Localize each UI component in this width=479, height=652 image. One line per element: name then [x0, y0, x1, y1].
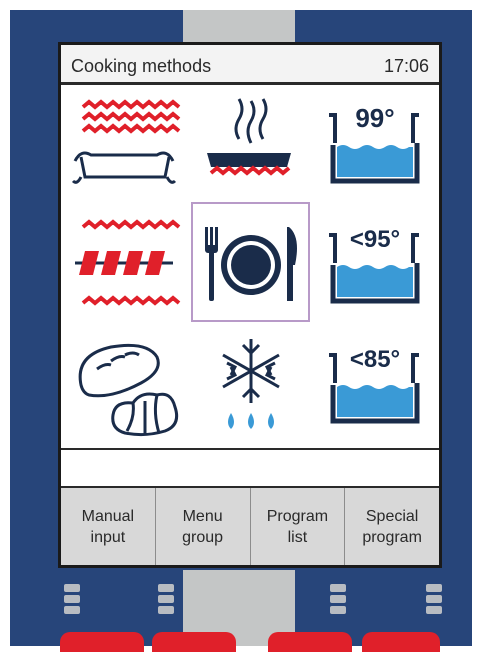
method-bake[interactable] — [61, 325, 187, 445]
boil-temp: 99° — [355, 103, 394, 133]
method-boil[interactable]: 99° — [313, 85, 439, 205]
hardware-button-1[interactable] — [60, 632, 144, 652]
method-finishing[interactable] — [187, 202, 313, 325]
water-bath-icon: <85° — [329, 346, 420, 424]
low-temp-temp: <85° — [350, 346, 400, 373]
method-defrost[interactable] — [187, 325, 313, 445]
pan-fry-icon — [207, 98, 291, 176]
softkey-program-list[interactable]: Program list — [251, 488, 346, 565]
title-bar: Cooking methods 17:06 — [61, 45, 439, 85]
snowflake-drops-icon — [222, 339, 280, 429]
water-bath-icon: 99° — [329, 103, 420, 184]
top-slot — [183, 10, 295, 42]
softkey-menu-group[interactable]: Menu group — [156, 488, 251, 565]
screen-title: Cooking methods — [71, 56, 212, 76]
hardware-button-2[interactable] — [152, 632, 236, 652]
method-grill[interactable] — [61, 85, 187, 205]
method-poach[interactable]: <95° — [313, 205, 439, 325]
softkey-bar: Manual input Menu group Program list Spe… — [61, 486, 439, 565]
indicator-led-2 — [158, 584, 174, 617]
cooking-methods-grid: 99° <95° <85° — [61, 85, 439, 445]
hardware-button-3[interactable] — [268, 632, 352, 652]
method-skewer[interactable] — [61, 205, 187, 325]
softkey-special-program[interactable]: Special program — [345, 488, 439, 565]
display-screen: Cooking methods 17:06 99° <95° <85° Manu… — [58, 42, 442, 568]
method-pan-fry[interactable] — [187, 85, 313, 205]
water-bath-icon: <95° — [329, 226, 420, 304]
indicator-led-1 — [64, 584, 80, 617]
indicator-led-3 — [330, 584, 346, 617]
hardware-button-4[interactable] — [362, 632, 440, 652]
grill-icon — [71, 99, 181, 184]
poach-temp: <95° — [350, 226, 400, 253]
method-low-temp[interactable]: <85° — [313, 325, 439, 445]
plate-cutlery-icon — [205, 227, 297, 301]
clock: 17:06 — [383, 56, 429, 76]
bread-croissant-icon — [78, 343, 179, 437]
skewer-icon — [75, 219, 181, 306]
indicator-led-4 — [426, 584, 442, 617]
softkey-manual-input[interactable]: Manual input — [61, 488, 156, 565]
info-area — [61, 448, 439, 486]
